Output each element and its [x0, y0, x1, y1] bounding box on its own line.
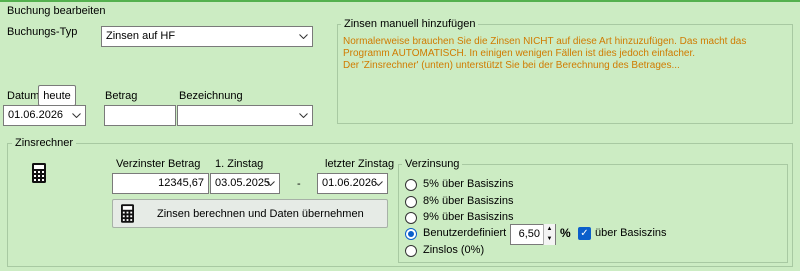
- verzinsung-group-title: Verzinsung: [402, 158, 463, 171]
- zinsen-berechnen-label: Zinsen berechnen und Daten übernehmen: [157, 207, 364, 220]
- bezeichnung-select[interactable]: [177, 105, 313, 126]
- manuell-group-title: Zinsen manuell hinzufügen: [341, 18, 479, 31]
- spin-up-icon[interactable]: ▲: [544, 224, 555, 234]
- zinsen-berechnen-button[interactable]: Zinsen berechnen und Daten übernehmen: [112, 199, 388, 228]
- chevron-down-icon: [265, 174, 275, 193]
- date-range-dash: -: [297, 178, 301, 190]
- verzinster-betrag-label: Verzinster Betrag: [116, 158, 201, 170]
- radio-zinslos[interactable]: [405, 245, 417, 257]
- letzter-zinstag-label: letzter Zinstag: [325, 158, 395, 170]
- window-top-border: [0, 0, 800, 2]
- datum-label: Datum: [7, 90, 40, 102]
- basiszins-checkbox[interactable]: ✓: [578, 227, 591, 240]
- manuell-note-line-2: Programm AUTOMATISCH. In einigen wenigen…: [343, 48, 696, 59]
- chevron-down-icon: [298, 27, 308, 46]
- calculator-icon: [32, 163, 46, 186]
- basiszins-checkbox-label[interactable]: über Basiszins: [595, 227, 667, 240]
- percent-sign: %: [560, 226, 571, 240]
- radio-9-prozent[interactable]: [405, 212, 417, 224]
- manuell-note-line-3: Der 'Zinsrechner' (unten) unterstützt Si…: [343, 60, 680, 71]
- erster-zinstag-label: 1. Zinstag: [215, 158, 264, 170]
- erster-zinstag-value: 03.05.2025: [215, 177, 271, 189]
- chevron-down-icon: [71, 106, 81, 125]
- heute-button[interactable]: heute: [38, 85, 76, 106]
- verzinster-betrag-input[interactable]: 12345,67: [112, 173, 209, 194]
- letzter-zinstag-value: 01.06.2026: [322, 177, 378, 189]
- chevron-down-icon: [373, 174, 383, 193]
- radio-benutzerdefiniert-label[interactable]: Benutzerdefiniert: [423, 227, 506, 240]
- custom-rate-value: 6,50: [518, 228, 540, 240]
- radio-5-prozent[interactable]: [405, 179, 417, 191]
- bezeichnung-label: Bezeichnung: [179, 90, 243, 102]
- buchungs-typ-label: Buchungs-Typ: [7, 26, 78, 38]
- betrag-input[interactable]: [104, 105, 176, 126]
- radio-8-prozent-label[interactable]: 8% über Basiszins: [423, 195, 514, 208]
- betrag-label: Betrag: [105, 90, 138, 102]
- radio-5-prozent-label[interactable]: 5% über Basiszins: [423, 178, 514, 191]
- custom-rate-spinner[interactable]: ▲ ▼: [543, 224, 555, 245]
- buchung-group-title: Buchung bearbeiten: [7, 5, 106, 17]
- manuell-note-line-1: Normalerweise brauchen Sie die Zinsen NI…: [343, 36, 747, 47]
- radio-benutzerdefiniert[interactable]: [405, 228, 417, 240]
- datum-value: 01.06.2026: [8, 109, 64, 121]
- radio-zinslos-label[interactable]: Zinslos (0%): [423, 244, 484, 257]
- calculator-icon: [121, 204, 134, 223]
- chevron-down-icon: [298, 106, 308, 125]
- radio-8-prozent[interactable]: [405, 196, 417, 208]
- zinsrechner-group-title: Zinsrechner: [12, 137, 77, 150]
- spin-down-icon[interactable]: ▼: [544, 234, 555, 244]
- datum-select[interactable]: 01.06.2026: [3, 105, 86, 126]
- buchungs-typ-select[interactable]: Zinsen auf HF: [101, 26, 313, 47]
- letzter-zinstag-select[interactable]: 01.06.2026: [317, 173, 388, 194]
- erster-zinstag-select[interactable]: 03.05.2025: [210, 173, 280, 194]
- radio-9-prozent-label[interactable]: 9% über Basiszins: [423, 211, 514, 224]
- buchungs-typ-value: Zinsen auf HF: [106, 30, 176, 42]
